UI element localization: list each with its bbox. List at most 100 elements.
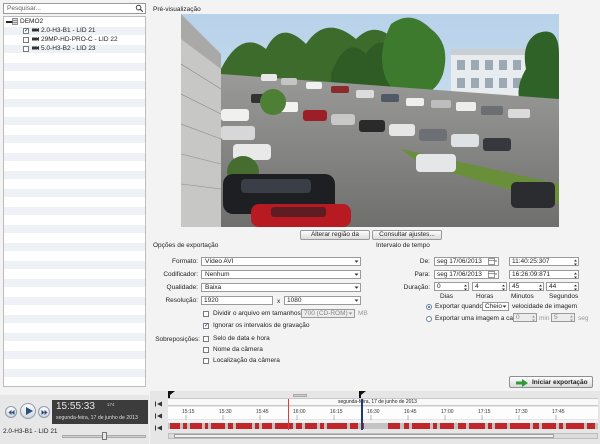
empty-row bbox=[4, 81, 145, 89]
skip-start-icon[interactable] bbox=[154, 401, 164, 407]
empty-row bbox=[4, 189, 145, 197]
start-export-label: Iniciar exportação bbox=[532, 379, 588, 386]
timeline-scroll-thumb[interactable] bbox=[174, 434, 554, 438]
adjust-region-button[interactable]: Alterar região da bbox=[300, 230, 370, 240]
play-button[interactable] bbox=[20, 403, 36, 419]
spinner-icon[interactable] bbox=[573, 258, 578, 267]
from-date-input[interactable]: seg 17/06/2013 bbox=[434, 257, 499, 266]
tree-camera-item[interactable]: 5.0-H3-B2 - LID 23 bbox=[4, 45, 145, 53]
overlay-location-checkbox[interactable] bbox=[203, 358, 209, 364]
duration-seconds-input[interactable]: 44 bbox=[546, 282, 579, 291]
resolution-height-value: 1080 bbox=[287, 297, 302, 304]
spinner-icon[interactable] bbox=[573, 271, 578, 280]
camera-checkbox[interactable] bbox=[23, 37, 29, 43]
export-when-label: Exportar quando bbox=[435, 303, 484, 310]
tree-root-label: DEMO2 bbox=[20, 18, 44, 25]
spinner-icon[interactable] bbox=[573, 283, 578, 292]
resolution-height-select[interactable]: 1080 bbox=[284, 296, 361, 305]
camera-checkbox[interactable] bbox=[23, 46, 29, 52]
every-min-input[interactable]: 0 bbox=[513, 313, 537, 322]
quality-label: Qualidade: bbox=[166, 284, 198, 291]
from-time-value: 11:40:25:307 bbox=[512, 258, 550, 265]
camera-checkbox[interactable] bbox=[23, 27, 29, 34]
tree-root[interactable]: ▬ DEMO2 bbox=[4, 18, 145, 26]
ignore-gaps-checkbox[interactable] bbox=[203, 322, 209, 329]
forward-button[interactable] bbox=[38, 406, 50, 418]
calendar-icon[interactable] bbox=[488, 258, 497, 265]
format-select[interactable]: Vídeo AVI bbox=[201, 257, 361, 266]
empty-row bbox=[4, 360, 145, 368]
camera-icon bbox=[32, 46, 39, 50]
quality-select[interactable]: Baixa bbox=[201, 283, 361, 292]
export-when-select[interactable]: Cheio bbox=[482, 302, 509, 311]
from-label: De: bbox=[419, 258, 430, 265]
to-time-value: 16:26:09:871 bbox=[512, 271, 550, 278]
resolution-x: x bbox=[277, 298, 281, 305]
camera-icon bbox=[32, 28, 39, 32]
duration-days-input[interactable]: 0 bbox=[434, 282, 469, 291]
empty-row bbox=[4, 144, 145, 152]
speed-slider-knob[interactable] bbox=[102, 432, 107, 440]
resolution-width-input[interactable]: 1920 bbox=[201, 296, 273, 305]
empty-row bbox=[4, 153, 145, 161]
view-settings-button[interactable]: Consultar ajustes... bbox=[372, 230, 442, 240]
overlay-date-checkbox[interactable] bbox=[203, 336, 209, 342]
export-one-radio[interactable] bbox=[426, 316, 432, 322]
empty-row bbox=[4, 162, 145, 170]
start-export-button[interactable]: Iniciar exportação bbox=[509, 376, 593, 388]
tree-camera-item[interactable]: 29MP-HD-PRO-C - LID 22 bbox=[4, 36, 145, 44]
playback-clock: 15:55:33 174 segunda-feira, 17 de junho … bbox=[52, 400, 148, 424]
sec-unit: seg bbox=[578, 315, 589, 322]
to-date-value: seg 17/06/2013 bbox=[437, 271, 482, 278]
chevron-down-icon bbox=[348, 312, 353, 315]
preview-label: Pré-visualização bbox=[153, 6, 201, 13]
empty-row bbox=[4, 99, 145, 107]
empty-row bbox=[4, 72, 145, 80]
export-options-title: Opções de exportação bbox=[153, 242, 219, 249]
codec-select[interactable]: Nenhum bbox=[201, 270, 361, 279]
overlay-camname-checkbox[interactable] bbox=[203, 347, 209, 353]
empty-row bbox=[4, 63, 145, 71]
from-time-input[interactable]: 11:40:25:307 bbox=[509, 257, 579, 266]
forward-icon bbox=[41, 410, 48, 415]
spinner-icon[interactable] bbox=[569, 314, 574, 323]
playback-millis: 174 bbox=[107, 402, 115, 407]
skip-start-icon[interactable] bbox=[154, 425, 164, 431]
split-file-checkbox[interactable] bbox=[203, 311, 209, 317]
spinner-icon[interactable] bbox=[501, 283, 506, 292]
empty-row bbox=[4, 216, 145, 224]
export-when-radio[interactable] bbox=[426, 304, 432, 310]
split-size-select[interactable]: 700 (CD-ROM) bbox=[301, 309, 355, 318]
playback-date: segunda-feira, 17 de junho de 2013 bbox=[56, 415, 138, 421]
spinner-icon[interactable] bbox=[538, 283, 543, 292]
playhead-cursor[interactable] bbox=[288, 399, 289, 430]
player-camera-name: 2.0-H3-B1 - LID 21 bbox=[3, 428, 58, 435]
duration-hours-input[interactable]: 4 bbox=[472, 282, 507, 291]
every-sec-input[interactable]: 5 bbox=[551, 313, 575, 322]
spinner-icon[interactable] bbox=[463, 283, 468, 292]
camera-label: 5.0-H3-B2 - LID 23 bbox=[41, 45, 96, 52]
timeline-grip[interactable] bbox=[293, 394, 307, 397]
rewind-button[interactable] bbox=[5, 406, 17, 418]
empty-row bbox=[4, 306, 145, 314]
recording-bar[interactable] bbox=[168, 423, 598, 429]
export-one-label: Exportar uma imagem a cada bbox=[435, 315, 521, 322]
image-speed-label: velocidade de imagem bbox=[512, 303, 578, 310]
duration-minutes-input[interactable]: 45 bbox=[509, 282, 544, 291]
skip-start-icon[interactable] bbox=[154, 413, 164, 419]
spinner-icon[interactable] bbox=[531, 314, 536, 323]
tree-camera-item[interactable]: 2.0-H3-B1 - LID 21 bbox=[4, 27, 145, 35]
to-date-input[interactable]: seg 17/06/2013 bbox=[434, 270, 499, 279]
empty-row bbox=[4, 180, 145, 188]
empty-row bbox=[4, 333, 145, 341]
calendar-icon[interactable] bbox=[488, 271, 497, 278]
to-time-input[interactable]: 16:26:09:871 bbox=[509, 270, 579, 279]
timeline-date-header: segunda-feira, 17 de junho de 2013 bbox=[168, 398, 598, 406]
format-value: Vídeo AVI bbox=[205, 258, 234, 265]
to-label: Para: bbox=[414, 271, 430, 278]
search-icon[interactable] bbox=[135, 4, 144, 13]
min-unit: min bbox=[539, 315, 550, 322]
search-input[interactable]: Pesquisar... bbox=[3, 3, 146, 14]
rewind-icon bbox=[8, 410, 15, 415]
duration-minutes-value: 45 bbox=[512, 283, 520, 290]
